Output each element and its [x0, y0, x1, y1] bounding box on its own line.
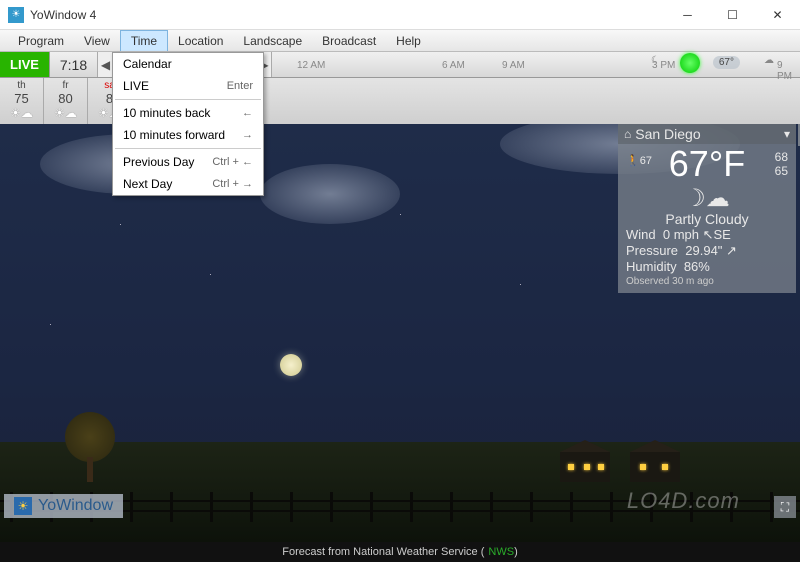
menu-help[interactable]: Help	[386, 30, 431, 51]
cloud-icon: ☁	[764, 55, 774, 66]
nws-link[interactable]: NWS	[488, 546, 514, 558]
menu-item-live[interactable]: LIVEEnter	[113, 75, 263, 97]
menu-item-10-minutes-back[interactable]: 10 minutes back←	[113, 102, 263, 124]
maximize-button[interactable]: ☐	[710, 0, 755, 29]
timeline-tick: 9 AM	[502, 60, 525, 71]
logo-icon: ☀	[14, 497, 32, 515]
condition-text: Partly Cloudy	[626, 211, 788, 227]
time-display[interactable]: 7:18	[50, 52, 98, 77]
menu-view[interactable]: View	[74, 30, 120, 51]
menu-program[interactable]: Program	[8, 30, 74, 51]
menu-item-10-minutes-forward[interactable]: 10 minutes forward→	[113, 124, 263, 146]
cloud	[260, 164, 400, 224]
menu-separator	[115, 148, 261, 149]
fullscreen-button[interactable]: ⛶	[774, 496, 796, 518]
statusbar: Forecast from National Weather Service (…	[0, 542, 800, 562]
time-menu-dropdown: CalendarLIVEEnter 10 minutes back←10 minu…	[112, 52, 264, 196]
timeline-tick: 3 PM	[652, 60, 675, 71]
house	[560, 452, 610, 482]
menu-broadcast[interactable]: Broadcast	[312, 30, 386, 51]
watermark: LO4D.com	[627, 488, 740, 514]
pressure-row: Pressure 29.94" ↗	[626, 243, 788, 259]
titlebar: ☀ YoWindow 4 ─ ☐ ✕	[0, 0, 800, 30]
forecast-day[interactable]: th75☀☁	[0, 78, 44, 124]
timeline-tick: 6 AM	[442, 60, 465, 71]
menu-location[interactable]: Location	[168, 30, 233, 51]
timeline-tick: 9 PM	[777, 60, 800, 82]
condition-icon: ☽☁	[626, 184, 788, 213]
menu-item-calendar[interactable]: Calendar	[113, 53, 263, 75]
window-title: YoWindow 4	[30, 8, 665, 22]
tree	[60, 412, 120, 482]
menu-item-next-day[interactable]: Next DayCtrl + →	[113, 173, 263, 195]
menu-item-previous-day[interactable]: Previous DayCtrl + ←	[113, 151, 263, 173]
menu-separator	[115, 99, 261, 100]
timeline-tick: 12 AM	[297, 60, 325, 71]
menu-landscape[interactable]: Landscape	[233, 30, 312, 51]
forecast-day[interactable]: fr80☀☁	[44, 78, 88, 124]
menu-time[interactable]: Time	[120, 30, 168, 51]
logo-text: YoWindow	[38, 497, 113, 515]
timeline-temp-pill: 67°	[713, 56, 740, 69]
observed-text: Observed 30 m ago	[626, 276, 788, 287]
hi-lo: 6865	[775, 150, 788, 178]
time-marker[interactable]	[680, 53, 700, 73]
minimize-button[interactable]: ─	[665, 0, 710, 29]
logo-bar[interactable]: ☀ YoWindow	[4, 494, 123, 518]
app-icon: ☀	[8, 7, 24, 23]
close-button[interactable]: ✕	[755, 0, 800, 29]
house	[630, 452, 680, 482]
humidity-row: Humidity 86%	[626, 259, 788, 274]
home-icon: ⌂	[624, 127, 631, 141]
weather-panel: ⌂ San Diego ▾ + 🚶67 67°F 6865 ☽☁ Partly …	[618, 124, 796, 293]
feels-like: 🚶67	[626, 154, 652, 167]
city-dropdown-icon[interactable]: ▾	[784, 127, 790, 141]
wind-row: Wind 0 mph ↖SE	[626, 227, 788, 243]
menubar: ProgramViewTimeLocationLandscapeBroadcas…	[0, 30, 800, 52]
city-name[interactable]: San Diego	[635, 126, 784, 142]
timeline[interactable]: ☾ ☁ 67° 12 AM6 AM9 AM3 PM9 PM	[272, 52, 800, 77]
moon-icon	[280, 354, 302, 376]
live-button[interactable]: LIVE	[0, 52, 50, 77]
